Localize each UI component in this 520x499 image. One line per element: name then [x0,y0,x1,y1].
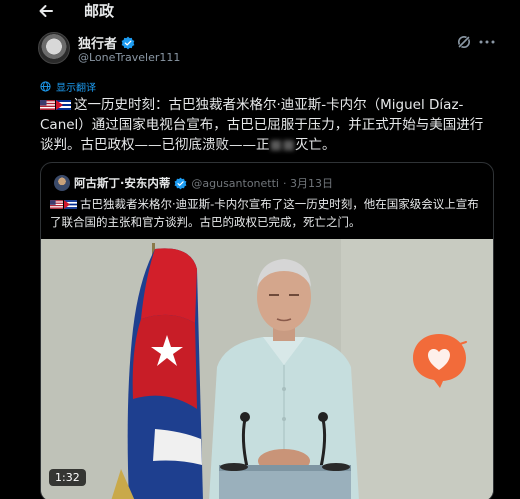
flag-emojis [50,200,77,209]
us-flag-icon [40,100,55,110]
quote-text-body: 古巴独裁者米格尔·迪亚斯-卡内尔宣布了这一历史时刻，他在国家级会议上宣布了联合国… [50,197,479,229]
quote-display-name[interactable]: 阿古斯丁·安东内蒂 [74,175,170,191]
verified-badge-icon [174,177,187,189]
quote-text: 古巴独裁者米格尔·迪亚斯-卡内尔宣布了这一历史时刻，他在国家级会议上宣布了联合国… [50,195,490,231]
top-bar: 邮政 [0,0,520,24]
author-handle[interactable]: @LoneTraveler111 [78,51,180,64]
cuba-flag-icon [56,100,71,110]
video-duration: 1:32 [49,469,86,486]
quote-date[interactable]: · 3月13日 [283,175,333,191]
cuba-flag-icon [64,200,77,209]
more-icon[interactable] [478,34,496,50]
quote-avatar[interactable] [54,175,70,191]
arrow-left-icon[interactable] [36,1,56,21]
tweet-text: 这一历史时刻：古巴独裁者米格尔·迪亚斯-卡内尔（Miguel Díaz-Cane… [40,95,495,155]
heart-reaction-icon[interactable] [410,330,468,388]
flag-emojis [40,100,71,110]
author-display-name[interactable]: 独行者 [78,33,117,52]
globe-icon [40,81,51,92]
grok-icon[interactable] [456,34,472,50]
us-flag-icon [50,200,63,209]
tweet-text-main: 这一历史时刻：古巴独裁者米格尔·迪亚斯-卡内尔（Miguel Díaz-Cane… [40,97,484,153]
avatar[interactable] [38,32,70,64]
author-name-line: 独行者 [78,33,135,52]
quote-header: 阿古斯丁·安东内蒂 @agusantonetti · 3月13日 [54,175,333,191]
quote-handle[interactable]: @agusantonetti [191,177,279,190]
page-title: 邮政 [84,2,115,20]
show-translation-link[interactable]: 显示翻译 [40,79,96,94]
tweet-text-end: 灭亡。 [295,137,336,153]
show-translation-label: 显示翻译 [56,83,96,94]
blurred-text: ■■ [269,137,296,153]
verified-badge-icon [121,36,135,49]
tweet-author: 独行者 @LoneTraveler111 [38,32,500,72]
